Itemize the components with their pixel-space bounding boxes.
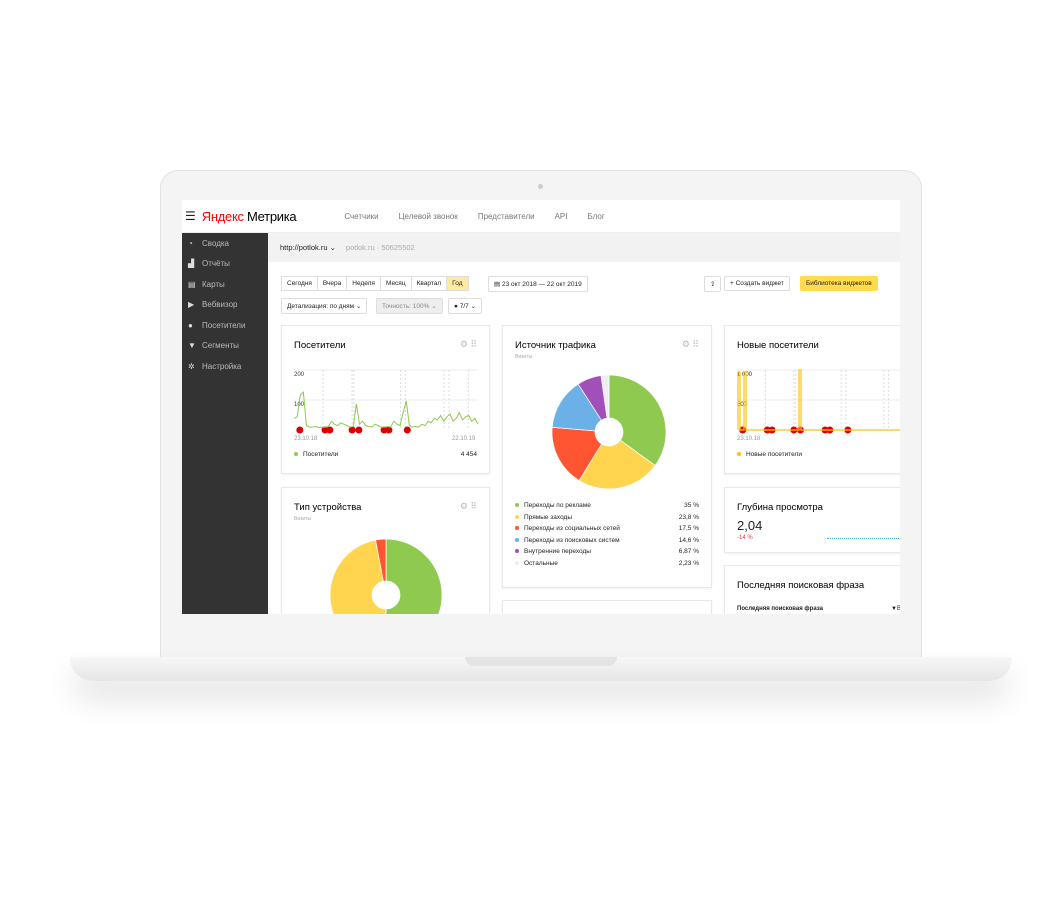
sidebar-item[interactable]: ▟ Отчёты: [182, 254, 268, 275]
widget-title: Глубина просмотра: [737, 502, 823, 513]
sidebar-item[interactable]: ✲ Настройка: [182, 356, 268, 377]
new-visitors-widget: Новые посетители 1 000 500 23.10.18 Новые …: [724, 325, 900, 474]
widget-library-button[interactable]: Библиотека виджетов: [800, 276, 878, 291]
period-button[interactable]: Месяц: [379, 276, 412, 291]
play-icon: ▶: [188, 300, 195, 310]
widget-title: Последняя поисковая фраза: [737, 580, 865, 591]
sidebar: ◔ Сводка ▟ Отчёты ▤ Карты ▶ Вебвизор ● Посетители…: [182, 233, 268, 614]
period-buttons: Сегодня Вчера Неделя Месяц Квартал Год: [281, 276, 469, 291]
screen: ☰ Яндекс Метрика Счетчики Целевой звонок П…: [182, 200, 900, 614]
legend-row: Переходы по рекламе 35 %: [515, 502, 699, 509]
legend-swatch: [515, 549, 519, 554]
x-tick: 23.10.18: [294, 436, 318, 442]
depth-value: 2,04: [737, 518, 763, 533]
menu-icon[interactable]: ☰: [185, 209, 196, 223]
filter-icon: ▼: [188, 341, 196, 351]
map-icon: ▤: [188, 279, 196, 289]
sidebar-item[interactable]: ◔ Сводка: [182, 233, 268, 254]
depth-widget: Глубина просмотра 2,04 -14 %: [724, 487, 900, 553]
settings-icon[interactable]: ⚙ ⠿: [460, 501, 477, 512]
search-phrase-widget: Последняя поисковая фраза Последняя поис…: [724, 565, 900, 614]
legend-swatch: [515, 503, 519, 508]
legend-row: Остальные 2,23 %: [515, 560, 699, 567]
sort-icon[interactable]: ▼B: [891, 606, 900, 612]
annotation-marker: [326, 426, 334, 434]
person-icon: ●: [188, 320, 193, 330]
widget-title: Тип устройства: [294, 502, 362, 513]
sidebar-item[interactable]: ▶ Вебвизор: [182, 295, 268, 316]
y-tick: 1 000: [737, 372, 753, 378]
period-button[interactable]: Квартал: [410, 276, 448, 291]
visitors-line: [294, 391, 479, 429]
create-widget-button[interactable]: + Создать виджет: [724, 276, 790, 291]
traffic-source-widget: Источник трафика Визиты ⚙ ⠿ Переходы по …: [502, 325, 712, 588]
nav-link[interactable]: API: [555, 212, 568, 221]
date-range-picker[interactable]: ▤ 23 окт 2018 — 22 окт 2019: [488, 276, 588, 292]
annotation-marker: [348, 426, 356, 434]
nav-link[interactable]: Блог: [588, 212, 605, 221]
segments-select[interactable]: ● 7/7 ⌄: [448, 298, 483, 314]
top-header: ☰ Яндекс Метрика Счетчики Целевой звонок П…: [182, 200, 900, 233]
annotation-marker: [355, 426, 363, 434]
top-nav: Счетчики Целевой звонок Представители API Бл…: [344, 212, 624, 221]
nav-link[interactable]: Представители: [478, 212, 535, 221]
widget-title: Источник трафика: [515, 340, 596, 351]
visitors-chart: 20010023.10.18 22.10.19: [294, 369, 479, 442]
period-button[interactable]: Сегодня: [281, 276, 318, 291]
annotation-marker: [385, 426, 393, 434]
pie-slice: [385, 538, 443, 614]
widget-placeholder: [502, 600, 712, 614]
site-selector[interactable]: http://potlok.ru ⌄: [280, 243, 336, 252]
legend-swatch: [515, 526, 519, 531]
x-tick: 22.10.19: [452, 436, 476, 442]
bar-chart-icon: ▟: [188, 259, 195, 269]
legend-swatch: [515, 560, 519, 565]
widget-title: Посетители: [294, 340, 346, 351]
y-tick: 200: [294, 372, 305, 378]
new-visitors-chart: 1 00050023.10.18: [737, 369, 900, 442]
period-button[interactable]: Вчера: [316, 276, 348, 291]
camera: [538, 184, 543, 189]
detail-select[interactable]: Детализация: по дням ⌄: [281, 298, 368, 314]
sidebar-item[interactable]: ▤ Карты: [182, 274, 268, 295]
nav-link[interactable]: Целевой звонок: [399, 212, 458, 221]
period-button[interactable]: Год: [446, 276, 469, 291]
annotation-marker: [403, 426, 411, 434]
legend-row: Внутренние переходы 6,87 %: [515, 548, 699, 555]
depth-change: -14 %: [737, 535, 753, 541]
annotation-marker: [296, 426, 304, 434]
legend-row: Посетители 4 454: [294, 451, 477, 458]
widget-title: Новые посетители: [737, 340, 819, 351]
gear-icon: ✲: [188, 361, 195, 371]
x-tick: 23.10.18: [737, 436, 761, 442]
legend-swatch: [515, 514, 519, 519]
gauge-icon: ◔: [188, 238, 193, 248]
logo[interactable]: Яндекс Метрика: [202, 209, 297, 224]
accuracy-select[interactable]: Точность: 100% ⌄: [376, 298, 443, 314]
period-button[interactable]: Неделя: [346, 276, 381, 291]
device-type-widget: Тип устройства Визиты ⚙ ⠿: [281, 487, 490, 614]
counter-id: potlok.ru · 50625502: [345, 243, 415, 252]
device-pie: [329, 538, 443, 614]
legend-row: Переходы из поисковых систем 14,6 %: [515, 537, 699, 544]
sidebar-item[interactable]: ● Посетители: [182, 315, 268, 336]
legend-row: Прямые заходы 23,8 %: [515, 514, 699, 521]
export-button[interactable]: ⇪: [704, 276, 722, 292]
laptop-base: [70, 657, 1012, 681]
site-bar: http://potlok.ru ⌄ potlok.ru · 50625502: [268, 233, 900, 262]
legend-swatch: [515, 537, 519, 542]
visitors-widget: Посетители ⚙ ⠿ 200 100 23.10.18 22.10.19 По…: [281, 325, 490, 474]
legend-row: Новые посетители: [737, 451, 802, 458]
sidebar-item[interactable]: ▼ Сегменты: [182, 336, 268, 357]
nav-link[interactable]: Счетчики: [344, 212, 378, 221]
column-header[interactable]: Последняя поисковая фраза: [737, 606, 823, 612]
settings-icon[interactable]: ⚙ ⠿: [460, 339, 477, 350]
settings-icon[interactable]: ⚙ ⠿: [682, 339, 699, 350]
legend-row: Переходы из социальных сетей 17,5 %: [515, 525, 699, 532]
depth-sparkline: [827, 538, 900, 539]
traffic-pie: [551, 374, 667, 490]
